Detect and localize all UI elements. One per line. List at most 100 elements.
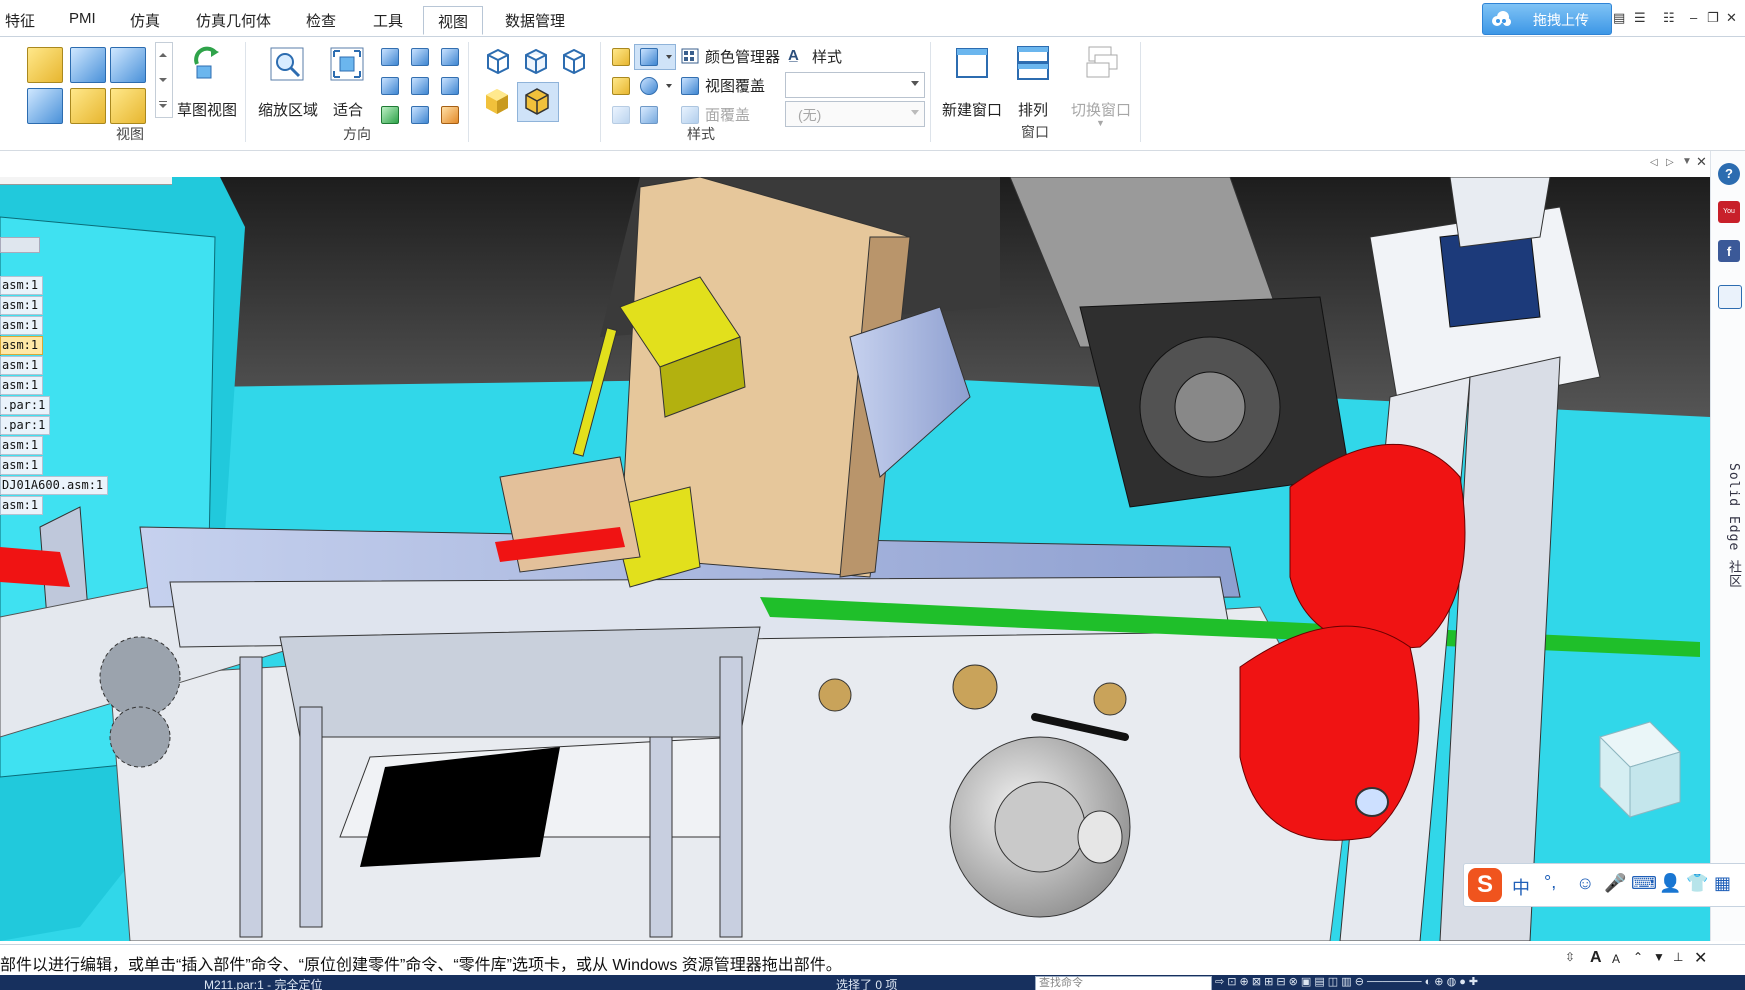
tab-features[interactable]: 特征: [5, 10, 35, 31]
new-window-icon[interactable]: [955, 47, 989, 79]
font-smaller-icon[interactable]: A: [1612, 952, 1620, 966]
status-tools-icons[interactable]: ⇨ ⊡ ⊕ ⊠ ⊞ ⊟ ⊗ ▣ ▤ ◫ ▥ ⊖ ─────── ◐ ⊕ ◍ ● …: [1215, 975, 1478, 988]
pathfinder-scrollbar[interactable]: [0, 177, 172, 185]
fit-label[interactable]: 适合: [333, 99, 363, 120]
view-right-icon[interactable]: [110, 47, 146, 83]
microphone-icon[interactable]: 🎤: [1604, 873, 1626, 894]
minimize-icon[interactable]: –: [1690, 10, 1697, 25]
view-left-icon[interactable]: [27, 88, 63, 124]
rotate-icon[interactable]: [381, 77, 399, 95]
zoom-area-icon[interactable]: [270, 47, 304, 81]
tree-item[interactable]: asm:1: [0, 316, 44, 335]
fit-icon[interactable]: [330, 47, 364, 81]
community-icon[interactable]: [1718, 285, 1742, 309]
arrange-icon[interactable]: [1016, 45, 1050, 81]
shaded-cube-icon[interactable]: [482, 86, 512, 116]
command-search-input[interactable]: 查找命令: [1035, 976, 1212, 990]
refresh-icon[interactable]: [381, 106, 399, 124]
scroll-left-icon[interactable]: ◁: [1650, 157, 1658, 168]
scroll-right-icon[interactable]: ▷: [1666, 157, 1674, 168]
view-bottom-icon[interactable]: [110, 88, 146, 124]
named-view-icon[interactable]: [411, 106, 429, 124]
cascade-icon[interactable]: ☰: [1634, 10, 1646, 26]
sogou-logo-icon[interactable]: S: [1468, 868, 1502, 902]
tree-item[interactable]: .par:1: [0, 416, 51, 435]
chevron-down-icon[interactable]: [666, 55, 672, 59]
chevron-down-icon[interactable]: ▼: [1653, 950, 1665, 964]
tab-inspect[interactable]: 检查: [306, 10, 336, 31]
tree-item-selected[interactable]: asm:1: [0, 336, 44, 355]
tile-icon[interactable]: ☷: [1663, 10, 1675, 26]
ime-mode[interactable]: 中: [1512, 874, 1530, 900]
sketch-view-icon[interactable]: [191, 44, 225, 80]
look-at-icon[interactable]: [441, 77, 459, 95]
render-icon[interactable]: [612, 48, 630, 66]
tree-item[interactable]: DJ01A600.asm:1: [0, 476, 109, 495]
keyboard-icon[interactable]: ⌨: [1631, 873, 1657, 894]
pan-icon[interactable]: [411, 48, 429, 66]
shaded-edges-cube-icon[interactable]: [522, 86, 552, 116]
skin-icon[interactable]: 👕: [1686, 873, 1708, 894]
graphics-viewport[interactable]: asm:1 asm:1 asm:1 asm:1 asm:1 asm:1 .par…: [0, 177, 1710, 941]
style-combo[interactable]: [785, 72, 925, 98]
tab-view[interactable]: 视图: [423, 6, 484, 35]
help-icon[interactable]: ?: [1718, 163, 1740, 185]
floor-icon[interactable]: [640, 106, 658, 124]
prompt-scroll-icon[interactable]: ⇳: [1565, 950, 1575, 964]
user-icon[interactable]: 👤: [1659, 873, 1681, 894]
hidden-edges-cube-icon[interactable]: [522, 47, 550, 75]
shadow-icon[interactable]: [612, 77, 630, 95]
doc-icon[interactable]: ▤: [1613, 10, 1625, 26]
view-cube-icon[interactable]: [27, 47, 63, 83]
tree-item[interactable]: asm:1: [0, 456, 44, 475]
tree-item[interactable]: asm:1: [0, 376, 44, 395]
tree-item[interactable]: asm:1: [0, 356, 44, 375]
view-override-label[interactable]: 视图覆盖: [705, 75, 765, 96]
color-manager-icon[interactable]: [681, 48, 699, 64]
perspective-icon[interactable]: [640, 48, 658, 66]
color-manager-label[interactable]: 颜色管理器: [705, 46, 780, 67]
chevron-down-icon[interactable]: ▼: [1682, 156, 1692, 167]
new-window-label[interactable]: 新建窗口: [942, 99, 1002, 120]
emoji-icon[interactable]: ☺: [1576, 873, 1594, 894]
tree-item[interactable]: asm:1: [0, 276, 44, 295]
previous-view-icon[interactable]: [441, 48, 459, 66]
visible-edges-cube-icon[interactable]: [560, 47, 588, 75]
tab-tools[interactable]: 工具: [373, 10, 403, 31]
tree-item[interactable]: asm:1: [0, 296, 44, 315]
arrange-label[interactable]: 排列: [1018, 99, 1048, 120]
collapse-icon[interactable]: ⌃: [1633, 950, 1643, 964]
style-label[interactable]: 样式: [812, 46, 842, 67]
tab-sim-geometry[interactable]: 仿真几何体: [196, 10, 271, 31]
close-icon[interactable]: ✕: [1694, 948, 1707, 968]
tab-simulation[interactable]: 仿真: [130, 10, 160, 31]
view-front-icon[interactable]: [70, 47, 106, 83]
close-icon[interactable]: ✕: [1726, 10, 1737, 26]
globe-icon[interactable]: [640, 77, 658, 95]
view-top-icon[interactable]: [70, 88, 106, 124]
common-views-icon[interactable]: [441, 106, 459, 124]
style-icon[interactable]: A̲: [788, 47, 799, 64]
view-gallery-scroll[interactable]: [155, 42, 173, 118]
chevron-down-icon[interactable]: [666, 84, 672, 88]
spin-icon[interactable]: [411, 77, 429, 95]
ime-punct[interactable]: °,: [1544, 872, 1556, 893]
restore-icon[interactable]: ❐: [1707, 10, 1719, 26]
tree-item[interactable]: asm:1: [0, 496, 44, 515]
upload-button[interactable]: 拖拽上传: [1482, 3, 1612, 35]
community-link[interactable]: Solid Edge 社区: [1724, 463, 1743, 588]
tree-item[interactable]: asm:1: [0, 436, 44, 455]
sketch-view-label[interactable]: 草图视图: [177, 99, 237, 120]
zoom-icon[interactable]: [381, 48, 399, 66]
youtube-icon[interactable]: You: [1718, 201, 1740, 223]
pin-icon[interactable]: ⊥: [1673, 950, 1683, 964]
grid-menu-icon[interactable]: ▦: [1714, 873, 1731, 894]
tab-pmi[interactable]: PMI: [69, 10, 96, 27]
tree-item[interactable]: .par:1: [0, 396, 51, 415]
facebook-icon[interactable]: f: [1718, 240, 1740, 262]
wireframe-cube-icon[interactable]: [484, 47, 512, 75]
close-document-icon[interactable]: ✕: [1696, 154, 1707, 170]
zoom-area-label[interactable]: 缩放区域: [258, 99, 318, 120]
tab-data-management[interactable]: 数据管理: [505, 10, 565, 31]
view-override-icon[interactable]: [681, 77, 699, 95]
